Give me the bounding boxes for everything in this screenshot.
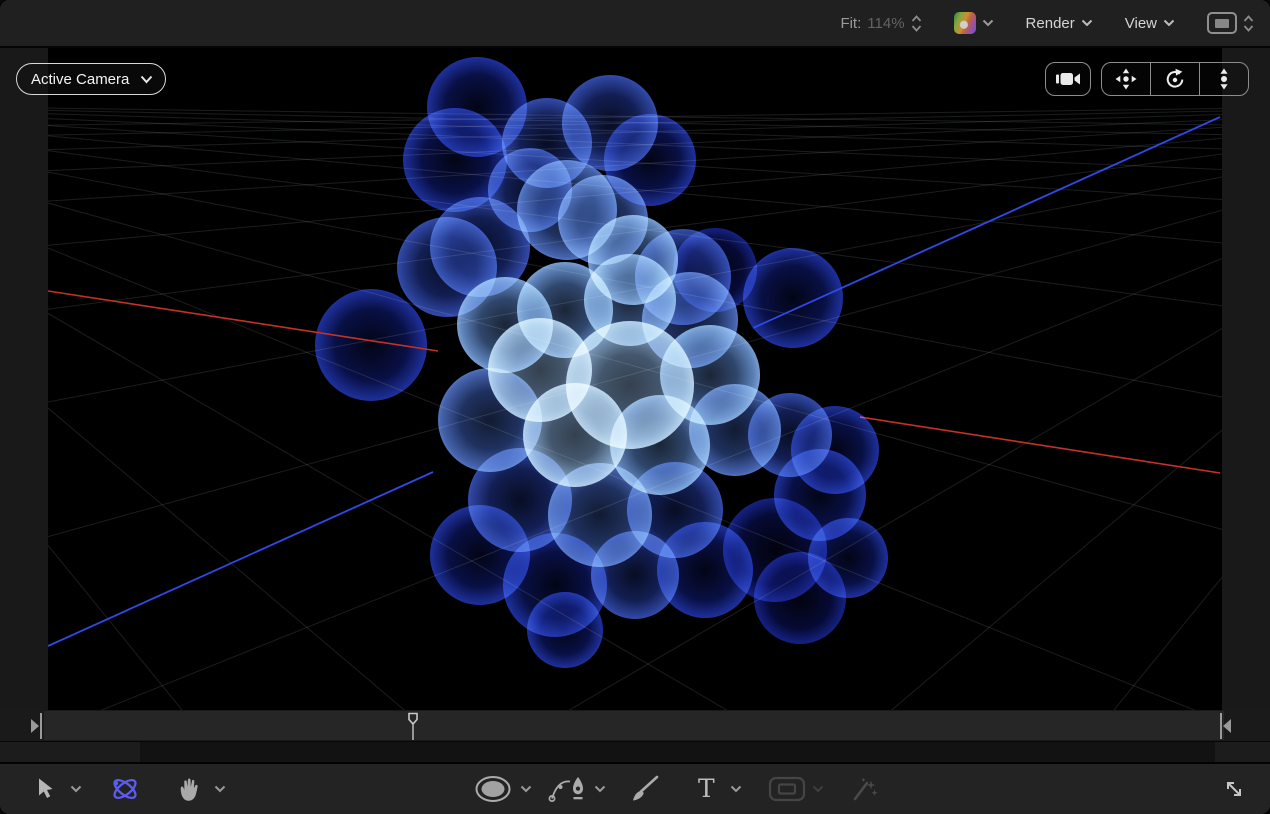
canvas-area: Active Camera (0, 48, 1270, 710)
3d-view-controls (1045, 62, 1249, 96)
hand-icon (178, 776, 201, 802)
sphere (808, 518, 888, 598)
color-swatch-menu[interactable] (954, 12, 994, 34)
orbit-icon (1163, 67, 1187, 91)
text-tool-dropdown[interactable] (730, 785, 742, 793)
color-swatch-icon (954, 12, 976, 34)
layout-icon (1207, 12, 1237, 34)
layout-switcher[interactable] (1207, 12, 1254, 34)
shape-tool-button[interactable] (474, 775, 512, 803)
pen-bezier-icon (548, 775, 588, 804)
rectangle-mask-icon (768, 776, 806, 802)
tool-bar: T (0, 762, 1270, 814)
chevron-down-icon (520, 785, 532, 793)
magic-wand-icon (850, 775, 880, 803)
stepper-icon (1243, 15, 1254, 32)
chevron-down-icon (1081, 19, 1093, 27)
text-tool-icon: T (696, 776, 718, 802)
view-menu[interactable]: View (1125, 15, 1175, 32)
stepper-icon[interactable] (911, 15, 922, 32)
pan-view-tool-button[interactable] (178, 776, 201, 802)
chevron-down-icon (812, 785, 824, 793)
motion-window: Fit: 114% Render (0, 0, 1270, 814)
mini-timeline-right-segment (1215, 742, 1270, 762)
svg-text:T: T (698, 776, 715, 802)
text-tool-button[interactable]: T (696, 776, 718, 802)
camera-icon (1055, 70, 1081, 88)
paintbrush-tool-button[interactable] (628, 774, 662, 804)
expand-timing-button[interactable] (1222, 777, 1246, 801)
chevron-down-icon (730, 785, 742, 793)
chevron-down-icon (140, 75, 153, 84)
camera-view-button[interactable] (1045, 62, 1091, 96)
pan-view-button[interactable] (1102, 63, 1150, 95)
3d-transform-atom-icon (108, 775, 142, 803)
out-point-marker[interactable] (1218, 712, 1233, 740)
playhead[interactable] (406, 712, 420, 741)
mask-tool-dropdown-disabled[interactable] (812, 785, 824, 793)
sphere (527, 592, 603, 668)
mini-timeline[interactable] (0, 742, 1270, 762)
cursor-icon (36, 778, 55, 801)
paintbrush-icon (628, 774, 662, 804)
pan-view-tool-dropdown[interactable] (214, 785, 226, 793)
dolly-icon (1212, 67, 1236, 91)
adjust-tool-button-disabled[interactable] (850, 775, 880, 803)
chevron-down-icon (594, 785, 606, 793)
expand-diagonal-icon (1222, 777, 1246, 801)
in-point-marker[interactable] (29, 712, 44, 740)
orbit-view-button[interactable] (1150, 63, 1199, 95)
dolly-view-button[interactable] (1199, 63, 1248, 95)
shape-tool-dropdown[interactable] (520, 785, 532, 793)
chevron-down-icon (70, 785, 82, 793)
mask-tool-button-disabled[interactable] (768, 776, 806, 802)
bezier-tool-dropdown[interactable] (594, 785, 606, 793)
zoom-value: 114% (867, 15, 904, 32)
ellipse-shape-icon (474, 775, 512, 803)
chevron-down-icon (982, 19, 994, 27)
chevron-down-icon (214, 785, 226, 793)
view-label: View (1125, 15, 1157, 32)
render-label: Render (1026, 15, 1075, 32)
particle-spheres (48, 48, 1222, 710)
camera-move-segmented-control (1101, 62, 1249, 96)
timeline-scrubber[interactable] (0, 710, 1270, 742)
top-toolbar: Fit: 114% Render (0, 0, 1270, 48)
fit-label: Fit: (840, 15, 861, 32)
camera-select-menu[interactable]: Active Camera (16, 63, 166, 95)
zoom-fit-control[interactable]: Fit: 114% (840, 15, 921, 32)
select-tool-button[interactable] (36, 778, 55, 801)
render-menu[interactable]: Render (1026, 15, 1093, 32)
pan-icon (1114, 67, 1138, 91)
3d-canvas[interactable] (48, 48, 1222, 710)
scrubber-track[interactable] (44, 711, 1224, 740)
chevron-down-icon (1163, 19, 1175, 27)
bezier-tool-button[interactable] (548, 775, 588, 804)
mini-timeline-left-segment (0, 742, 140, 762)
camera-menu-label: Active Camera (31, 71, 129, 88)
select-tool-dropdown[interactable] (70, 785, 82, 793)
transform-3d-tool-button[interactable] (108, 775, 142, 803)
